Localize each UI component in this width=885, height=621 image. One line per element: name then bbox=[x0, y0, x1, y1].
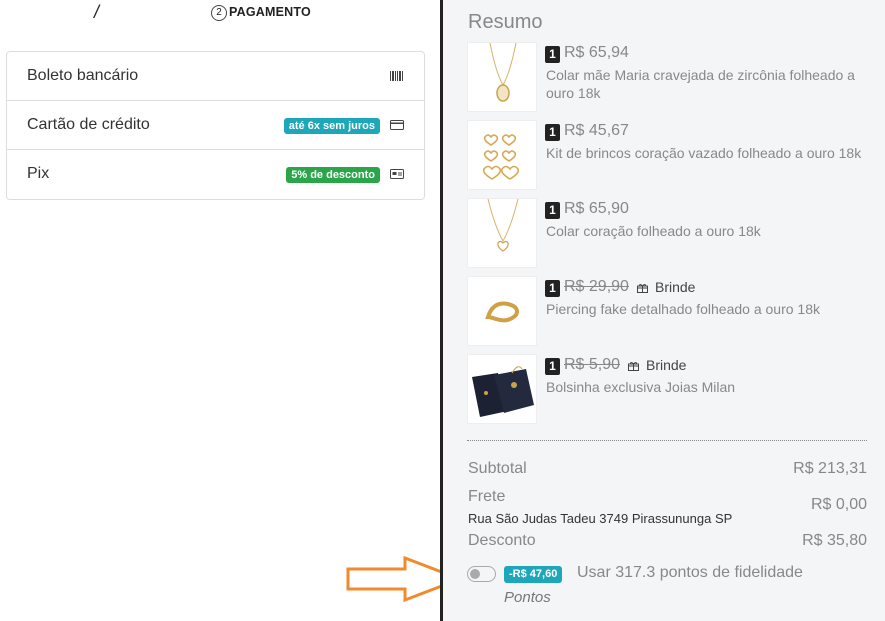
subtotal-label: Subtotal bbox=[468, 460, 527, 477]
order-summary: Resumo 1 R$ 65,94 Colar mãe Maria cravej… bbox=[443, 0, 885, 621]
checkout-steps: / 2 PAGAMENTO bbox=[0, 2, 440, 22]
summary-item: 1 R$ 45,67 Kit de brincos coração vazado… bbox=[467, 120, 877, 192]
product-image-heart-earrings bbox=[467, 120, 537, 190]
summary-item: 1 R$ 65,94 Colar mãe Maria cravejada de … bbox=[467, 42, 877, 114]
shipping-address: Rua São Judas Tadeu 3749 Pirassununga SP bbox=[468, 511, 733, 526]
item-name: Bolsinha exclusiva Joias Milan bbox=[546, 379, 736, 395]
loyalty-points-sublabel: Pontos bbox=[504, 589, 551, 606]
summary-item: 1 R$ 5,90 Brinde Bolsinha exclusiva Joia… bbox=[467, 354, 877, 426]
loyalty-points-label[interactable]: Usar 317.3 pontos de fidelidade bbox=[577, 564, 803, 582]
gift-tag: Brinde bbox=[628, 357, 686, 373]
shipping-value: R$ 0,00 bbox=[810, 496, 867, 513]
payment-option-pix[interactable]: Pix 5% de desconto bbox=[7, 150, 424, 199]
gift-tag: Brinde bbox=[637, 279, 695, 295]
quantity-badge: 1 bbox=[545, 124, 560, 141]
pix-card-icon bbox=[390, 169, 404, 179]
item-name: Colar coração folheado a ouro 18k bbox=[546, 223, 761, 239]
summary-item: 1 R$ 65,90 Colar coração folheado a ouro… bbox=[467, 198, 877, 270]
gift-label: Brinde bbox=[655, 279, 696, 295]
summary-title: Resumo bbox=[468, 11, 543, 33]
step-label-payment[interactable]: PAGAMENTO bbox=[229, 5, 311, 19]
product-image-pouch bbox=[467, 354, 537, 424]
product-image-heart-necklace bbox=[467, 198, 537, 268]
payment-method-list: Boleto bancário Cartão de crédito até 6x… bbox=[6, 51, 425, 200]
shipping-label: Frete bbox=[468, 488, 506, 505]
step-separator: / bbox=[94, 2, 100, 22]
item-name: Piercing fake detalhado folheado a ouro … bbox=[546, 301, 820, 317]
loyalty-discount-badge: -R$ 47,60 bbox=[504, 566, 563, 583]
gift-icon bbox=[628, 362, 639, 371]
quantity-badge: 1 bbox=[545, 358, 560, 375]
gift-label: Brinde bbox=[646, 357, 687, 373]
payment-option-credit-card[interactable]: Cartão de crédito até 6x sem juros bbox=[7, 101, 424, 150]
quantity-badge: 1 bbox=[545, 202, 560, 219]
item-price: R$ 65,94 bbox=[564, 44, 629, 61]
credit-card-icon bbox=[390, 120, 404, 130]
quantity-badge: 1 bbox=[545, 280, 560, 297]
product-image-necklace-maria bbox=[467, 42, 537, 112]
installments-badge: até 6x sem juros bbox=[283, 118, 380, 134]
summary-item: 1 R$ 29,90 Brinde Piercing fake detalhad… bbox=[467, 276, 877, 348]
discount-label: Desconto bbox=[468, 532, 536, 549]
item-price: R$ 45,67 bbox=[564, 122, 629, 139]
payment-option-boleto[interactable]: Boleto bancário bbox=[7, 52, 424, 101]
payment-option-label: Cartão de crédito bbox=[27, 116, 150, 133]
toggle-knob bbox=[470, 569, 480, 579]
discount-badge: 5% de desconto bbox=[286, 167, 380, 183]
gift-icon bbox=[637, 284, 648, 293]
quantity-badge: 1 bbox=[545, 46, 560, 63]
payment-option-label: Boleto bancário bbox=[27, 67, 139, 84]
summary-divider bbox=[467, 440, 867, 441]
subtotal-value: R$ 213,31 bbox=[793, 460, 867, 477]
step-number: 2 bbox=[211, 5, 227, 21]
item-price: R$ 65,90 bbox=[564, 200, 629, 217]
barcode-icon bbox=[390, 71, 403, 81]
item-name: Kit de brincos coração vazado folheado a… bbox=[546, 145, 862, 161]
payment-option-label: Pix bbox=[27, 165, 50, 182]
item-original-price: R$ 29,90 bbox=[564, 278, 629, 295]
loyalty-points-toggle[interactable] bbox=[467, 566, 496, 582]
product-image-piercing bbox=[467, 276, 537, 346]
discount-value: R$ 35,80 bbox=[802, 532, 867, 549]
item-name: Colar mãe Maria cravejada de zircônia fo… bbox=[546, 67, 855, 101]
item-original-price: R$ 5,90 bbox=[564, 356, 621, 373]
checkout-panel: / 2 PAGAMENTO Boleto bancário Cartão de … bbox=[0, 0, 465, 621]
